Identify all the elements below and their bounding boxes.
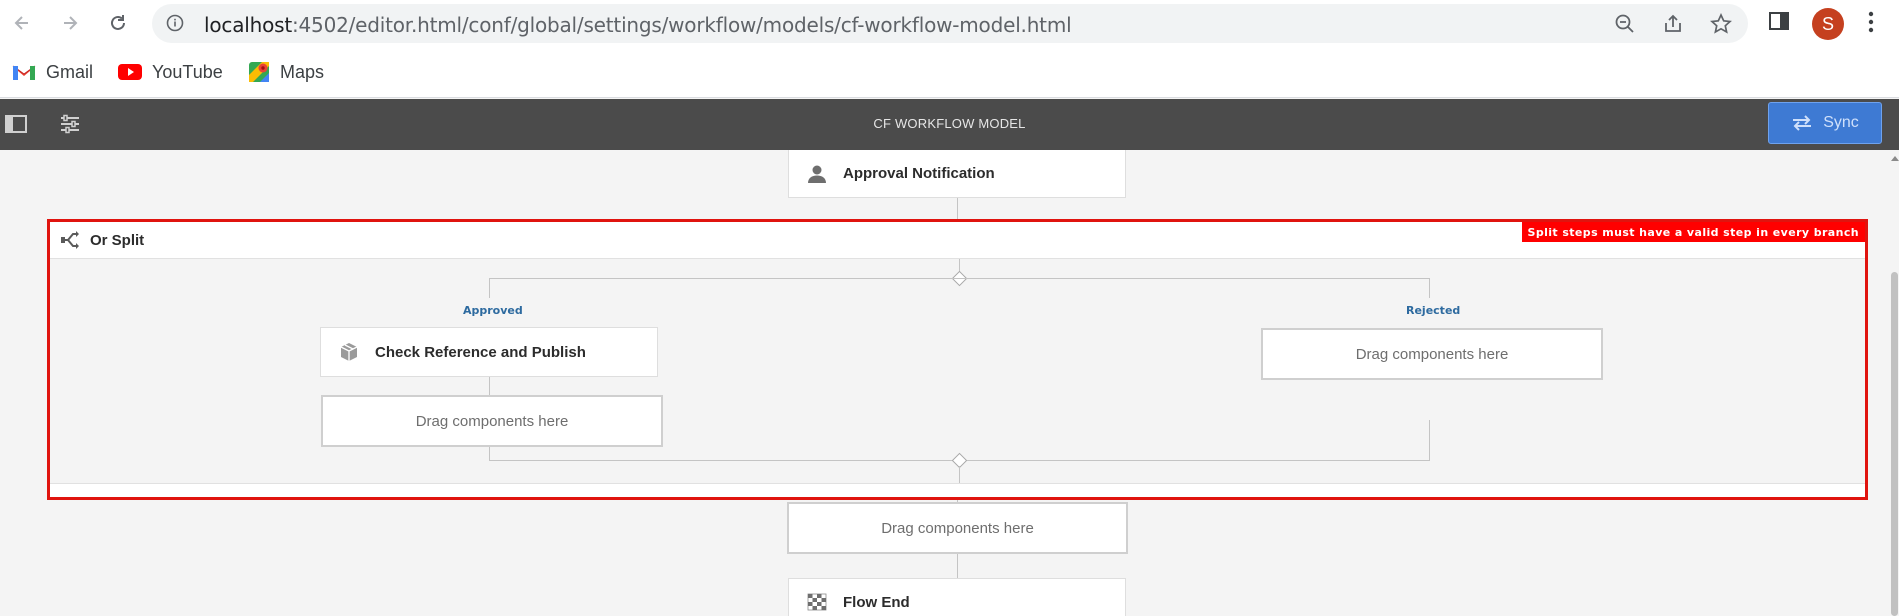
bookmark-youtube[interactable]: YouTube bbox=[118, 60, 223, 84]
browser-toolbar: localhost:4502/editor.html/conf/global/s… bbox=[0, 0, 1899, 46]
back-button[interactable] bbox=[8, 9, 36, 37]
sync-label: Sync bbox=[1823, 114, 1859, 131]
or-split-footer bbox=[50, 483, 1865, 497]
url-host: localhost bbox=[204, 13, 292, 37]
side-panel-icon[interactable] bbox=[1768, 10, 1790, 32]
kebab-menu-icon[interactable] bbox=[1866, 10, 1876, 34]
info-icon[interactable] bbox=[166, 14, 184, 32]
step-label: Approval Notification bbox=[843, 165, 995, 182]
drop-zone-after-split[interactable]: Drag components here bbox=[787, 502, 1128, 554]
connector-line bbox=[1429, 278, 1430, 298]
reload-button[interactable] bbox=[104, 9, 132, 37]
connector-line bbox=[489, 278, 490, 298]
branch-label-approved: Approved bbox=[463, 304, 523, 317]
arrow-right-icon bbox=[64, 16, 78, 30]
url-path: :4502/editor.html/conf/global/settings/w… bbox=[291, 13, 1072, 37]
or-split-label: Or Split bbox=[90, 231, 145, 249]
connector-line bbox=[489, 377, 490, 395]
step-check-reference-and-publish[interactable]: Check Reference and Publish bbox=[320, 327, 658, 377]
sync-button[interactable]: Sync bbox=[1768, 102, 1882, 144]
page-title: CF WORKFLOW MODEL bbox=[873, 116, 1026, 131]
gmail-icon bbox=[12, 65, 36, 80]
checkered-flag-icon bbox=[807, 593, 827, 611]
connector-line bbox=[959, 466, 960, 483]
bookmark-label: YouTube bbox=[152, 61, 223, 82]
canvas-scrollbar[interactable] bbox=[1890, 150, 1899, 616]
bookmark-label: Gmail bbox=[46, 61, 94, 82]
workflow-canvas: Approval Notification Or Split Split ste… bbox=[0, 150, 1890, 616]
or-split-container[interactable]: Or Split Split steps must have a valid s… bbox=[47, 219, 1868, 500]
share-icon[interactable] bbox=[1662, 13, 1684, 35]
step-flow-end[interactable]: Flow End bbox=[788, 578, 1126, 616]
split-icon bbox=[61, 231, 79, 249]
youtube-icon bbox=[118, 64, 142, 80]
connector-line bbox=[489, 447, 490, 460]
bookmark-gmail[interactable]: Gmail bbox=[12, 60, 93, 84]
package-icon bbox=[340, 343, 358, 361]
forward-button[interactable] bbox=[56, 9, 84, 37]
editor-toolbar: CF WORKFLOW MODEL Sync bbox=[0, 99, 1899, 150]
connector-line bbox=[957, 554, 958, 578]
address-bar[interactable]: localhost:4502/editor.html/conf/global/s… bbox=[152, 4, 1748, 43]
step-approval-notification[interactable]: Approval Notification bbox=[788, 150, 1126, 198]
profile-avatar[interactable]: S bbox=[1812, 8, 1844, 40]
user-icon bbox=[808, 165, 826, 183]
url-text[interactable]: localhost:4502/editor.html/conf/global/s… bbox=[204, 13, 1072, 37]
step-label: Flow End bbox=[843, 593, 910, 611]
branch-line-top bbox=[489, 278, 1429, 279]
step-label: Check Reference and Publish bbox=[375, 343, 586, 361]
bookmark-maps[interactable]: Maps bbox=[248, 60, 324, 84]
arrow-left-icon bbox=[14, 16, 28, 30]
connector-line bbox=[957, 198, 958, 219]
drop-zone-rejected[interactable]: Drag components here bbox=[1261, 328, 1603, 380]
split-error-badge: Split steps must have a valid step in ev… bbox=[1521, 222, 1865, 242]
scroll-thumb[interactable] bbox=[1891, 272, 1898, 616]
maps-icon bbox=[249, 62, 269, 82]
zoom-out-icon[interactable] bbox=[1614, 13, 1636, 35]
scroll-up-arrow[interactable] bbox=[1891, 156, 1899, 161]
bookmark-label: Maps bbox=[280, 61, 325, 82]
bookmarks-bar: Gmail YouTube Maps bbox=[0, 46, 1899, 98]
sync-icon bbox=[1793, 115, 1812, 131]
reload-icon bbox=[111, 15, 125, 30]
star-icon[interactable] bbox=[1710, 13, 1732, 35]
branch-label-rejected: Rejected bbox=[1406, 304, 1461, 317]
drop-zone-approved[interactable]: Drag components here bbox=[321, 395, 663, 447]
connector-line bbox=[1429, 420, 1430, 460]
